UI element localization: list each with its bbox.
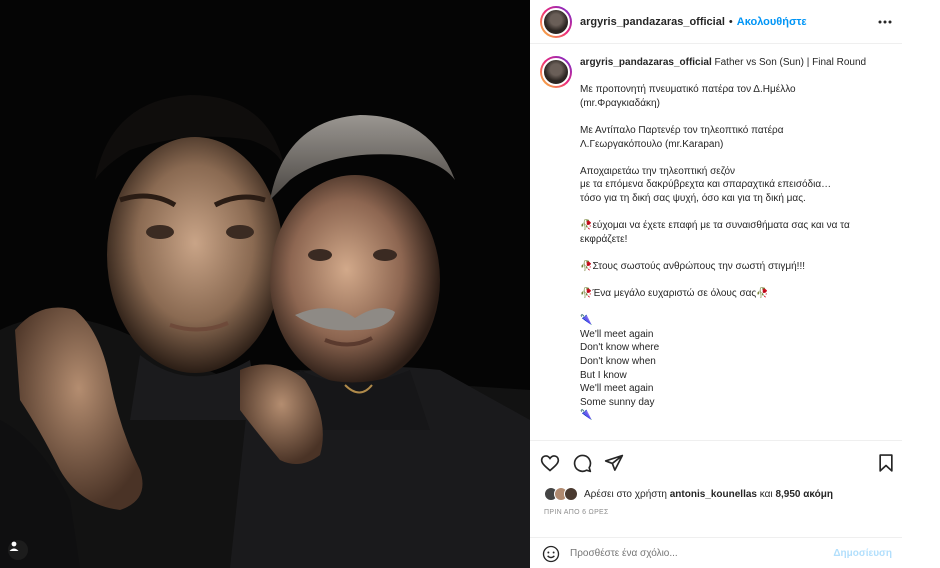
caption-gap bbox=[580, 206, 892, 220]
caption-line: Με προπονητή πνευματικό πατέρα τον Δ.Ημέ… bbox=[580, 84, 796, 96]
caption-line: But I know bbox=[580, 369, 627, 381]
post-header: argyris_pandazaras_official • Ακολουθήστ… bbox=[530, 0, 902, 44]
bookmark-icon[interactable] bbox=[876, 453, 896, 473]
caption-line: τόσο για τη δική σας ψυχή, όσο και για τ… bbox=[580, 192, 806, 204]
likes-user[interactable]: antonis_kounellas bbox=[670, 489, 757, 500]
post-sidebar: argyris_pandazaras_official • Ακολουθήστ… bbox=[530, 0, 940, 568]
caption-line: εκφράζετε! bbox=[580, 233, 628, 245]
caption-section: argyris_pandazaras_official Father vs So… bbox=[530, 44, 902, 440]
heart-icon[interactable] bbox=[540, 453, 560, 473]
header-separator: • bbox=[728, 15, 733, 28]
caption-line: με τα επόμενα δακρύβρεχτα και σπαραχτικά… bbox=[580, 179, 832, 191]
comment-icon[interactable] bbox=[572, 453, 592, 473]
liker-avatars[interactable] bbox=[544, 487, 578, 501]
caption-gap bbox=[580, 151, 892, 165]
share-icon[interactable] bbox=[604, 453, 624, 473]
caption-line: 🌂 bbox=[580, 315, 593, 327]
likes-text: Αρέσει στο χρήστη antonis_kounellas και … bbox=[584, 489, 833, 500]
more-icon[interactable] bbox=[878, 15, 892, 29]
caption-line: Με Αντίπαλο Παρτενέρ τον τηλεοπτικό πατέ… bbox=[580, 124, 784, 136]
post-timestamp[interactable]: ΠΡΙΝ ΑΠΟ 6 ΩΡΕΣ bbox=[544, 509, 609, 516]
caption-line: 🌂 bbox=[580, 410, 593, 422]
caption-line: Λ.Γεωργακόπουλο (mr.Karapan) bbox=[580, 138, 724, 150]
caption-line: Some sunny day bbox=[580, 396, 655, 408]
user-tag-icon[interactable] bbox=[8, 540, 28, 560]
caption-line: 🥀Στους σωστούς ανθρώπους την σωστή στιγμ… bbox=[580, 260, 805, 272]
caption-line: (mr.Φραγκιαδάκη) bbox=[580, 97, 660, 109]
caption-line: Αποχαιρετάω την τηλεοπτική σεζόν bbox=[580, 165, 736, 177]
actions-section: Αρέσει στο χρήστη antonis_kounellas και … bbox=[530, 440, 902, 568]
likes-summary: Αρέσει στο χρήστη antonis_kounellas και … bbox=[544, 487, 833, 501]
comment-bar: Δημοσίευση bbox=[530, 537, 902, 568]
caption-line: 🥀Ένα μεγάλο ευχαριστώ σε όλους σας🥀 bbox=[580, 288, 769, 300]
caption-line: Don't know when bbox=[580, 356, 656, 368]
photo-image bbox=[0, 0, 530, 568]
caption-line: We'll meet again bbox=[580, 383, 654, 395]
caption-line: 🥀εύχομαι να έχετε επαφή με τα συναισθήμα… bbox=[580, 220, 850, 232]
caption-gap bbox=[580, 110, 892, 124]
caption-gap bbox=[580, 274, 892, 288]
caption-line: Don't know where bbox=[580, 342, 660, 354]
comment-input[interactable] bbox=[570, 548, 820, 559]
likes-prefix: Αρέσει στο χρήστη bbox=[584, 488, 667, 500]
caption-title: Father vs Son (Sun) | Final Round bbox=[714, 57, 867, 68]
avatar bbox=[564, 487, 578, 501]
caption-gap bbox=[580, 301, 892, 315]
caption-line: We'll meet again bbox=[580, 328, 654, 340]
likes-count[interactable]: 8,950 ακόμη bbox=[775, 489, 833, 500]
emoji-icon[interactable] bbox=[542, 545, 560, 563]
avatar[interactable] bbox=[540, 5, 572, 38]
caption-username[interactable]: argyris_pandazaras_official bbox=[580, 57, 712, 68]
action-icons bbox=[540, 453, 624, 473]
header-username[interactable]: argyris_pandazaras_official bbox=[580, 16, 725, 28]
caption-avatar[interactable] bbox=[540, 56, 572, 88]
follow-button[interactable]: Ακολουθήστε bbox=[737, 16, 807, 28]
post-comment-button[interactable]: Δημοσίευση bbox=[833, 548, 892, 559]
caption-body: argyris_pandazaras_official Father vs So… bbox=[580, 56, 892, 440]
likes-connector: και bbox=[759, 488, 773, 500]
caption-gap bbox=[580, 246, 892, 260]
post-photo[interactable] bbox=[0, 0, 530, 568]
